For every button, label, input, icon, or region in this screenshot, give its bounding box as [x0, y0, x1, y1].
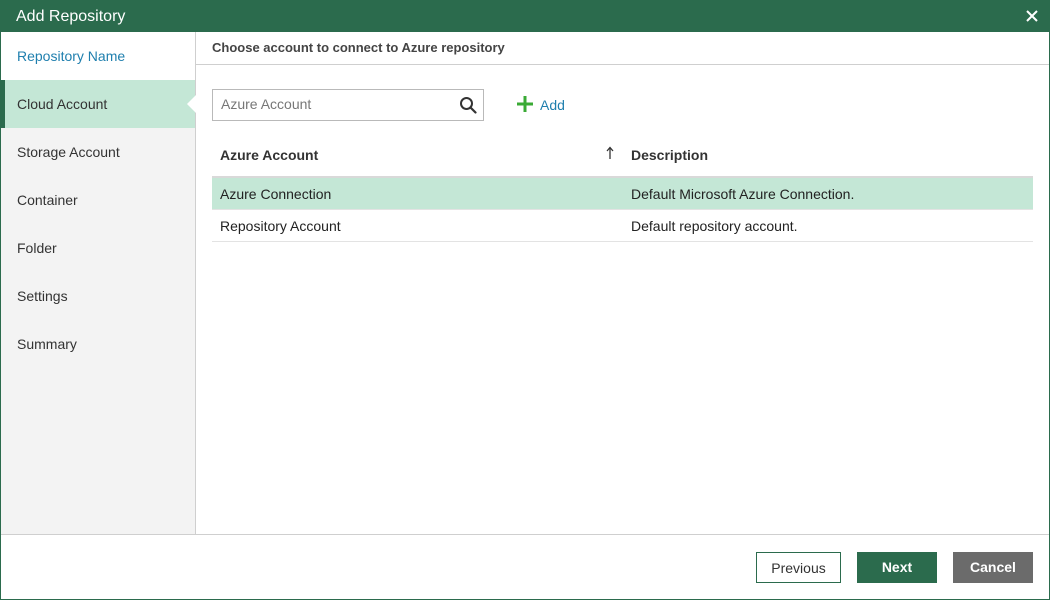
- step-folder[interactable]: Folder: [1, 224, 195, 272]
- step-summary[interactable]: Summary: [1, 320, 195, 368]
- cancel-button[interactable]: Cancel: [953, 552, 1033, 583]
- close-icon[interactable]: [1021, 5, 1043, 27]
- cell-description: Default Microsoft Azure Connection.: [631, 186, 855, 202]
- search-icon[interactable]: [459, 96, 477, 114]
- table-row[interactable]: Repository Account Default repository ac…: [212, 210, 1033, 242]
- cell-azure-account: Repository Account: [220, 218, 341, 234]
- previous-button[interactable]: Previous: [756, 552, 841, 583]
- cell-description: Default repository account.: [631, 218, 798, 234]
- wizard-steps-sidebar: Repository Name Cloud Account Storage Ac…: [1, 32, 196, 534]
- step-repository-name[interactable]: Repository Name: [1, 32, 195, 80]
- search-input[interactable]: [213, 90, 451, 118]
- plus-icon: [517, 96, 533, 113]
- dialog-footer: Previous Next Cancel: [1, 534, 1049, 599]
- table-row[interactable]: Azure Connection Default Microsoft Azure…: [212, 178, 1033, 210]
- add-account-button[interactable]: Add: [516, 94, 565, 116]
- add-repository-dialog: Add Repository Repository Name Cloud Acc…: [0, 0, 1050, 600]
- dialog-title: Add Repository: [16, 8, 126, 25]
- table-header: Azure Account Description: [212, 136, 1033, 178]
- title-bar: Add Repository: [1, 1, 1049, 32]
- step-container[interactable]: Container: [1, 176, 195, 224]
- step-label: Container: [17, 192, 78, 208]
- column-header-description[interactable]: Description: [631, 147, 708, 163]
- step-settings[interactable]: Settings: [1, 272, 195, 320]
- step-label: Repository Name: [17, 48, 126, 64]
- accounts-table: Azure Account Description Azure Connecti…: [212, 136, 1033, 242]
- next-button[interactable]: Next: [857, 552, 937, 583]
- step-label: Settings: [17, 288, 68, 304]
- step-label: Storage Account: [17, 144, 120, 160]
- step-label: Cloud Account: [17, 96, 108, 112]
- step-cloud-account[interactable]: Cloud Account: [1, 80, 196, 128]
- step-label: Folder: [17, 240, 57, 256]
- add-button-label: Add: [540, 97, 565, 113]
- sort-ascending-icon: [605, 146, 615, 163]
- search-box: [212, 89, 484, 121]
- column-header-azure-account[interactable]: Azure Account: [220, 147, 318, 163]
- main-content: Choose account to connect to Azure repos…: [196, 32, 1049, 534]
- step-storage-account[interactable]: Storage Account: [1, 128, 195, 176]
- page-heading: Choose account to connect to Azure repos…: [196, 32, 1049, 65]
- step-label: Summary: [17, 336, 77, 352]
- cell-azure-account: Azure Connection: [220, 186, 332, 202]
